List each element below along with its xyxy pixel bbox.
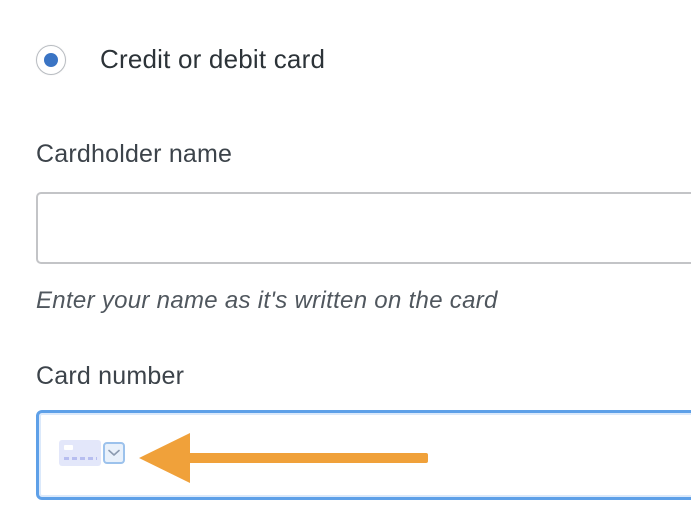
card-brand-selector[interactable] bbox=[59, 440, 125, 466]
payment-option-card[interactable]: Credit or debit card bbox=[36, 44, 325, 75]
card-radio-button[interactable] bbox=[36, 44, 66, 75]
cardholder-name-label: Cardholder name bbox=[36, 140, 233, 168]
cardholder-name-help-text: Enter your name as it's written on the c… bbox=[36, 287, 498, 314]
payment-option-label[interactable]: Credit or debit card bbox=[100, 44, 325, 75]
card-number-label: Card number bbox=[36, 362, 185, 390]
generic-card-icon bbox=[59, 440, 101, 466]
arrow-left-icon bbox=[139, 433, 428, 483]
cardholder-name-input[interactable] bbox=[36, 192, 691, 264]
radio-selected-dot bbox=[44, 52, 58, 67]
chevron-down-icon[interactable] bbox=[103, 442, 125, 464]
